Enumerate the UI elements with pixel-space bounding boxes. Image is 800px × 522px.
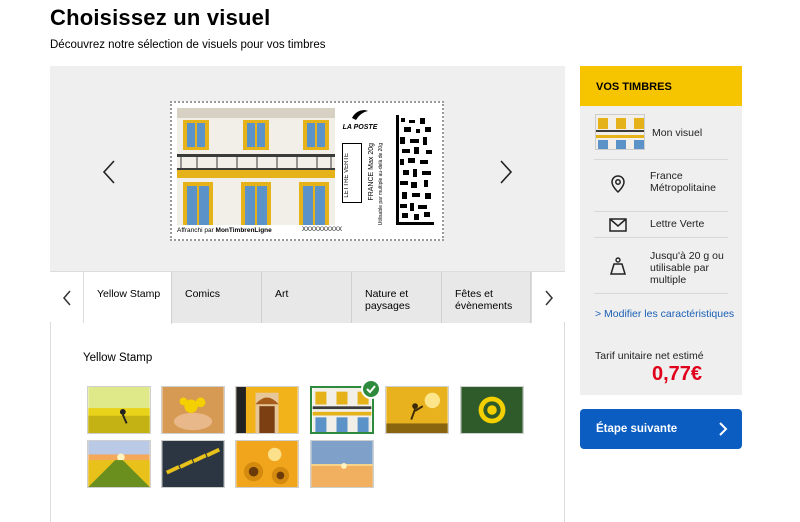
affranchi-prefix: Affranchi par [177,227,216,234]
location-pin-icon [608,174,628,194]
selected-visual-thumbnail [595,114,645,150]
chevron-right-icon [544,290,553,305]
envelope-icon [608,215,628,235]
la-poste-bird-icon [340,108,380,124]
summary-row-letter-type: Lettre Verte [594,212,728,238]
tab-art[interactable]: Art [262,272,352,323]
sidebar-header: VOS TIMBRES [580,66,742,106]
page-title: Choisissez un visuel [50,5,271,30]
affranchi-brand: MonTimbrenLigne [215,227,272,234]
summary-row-destination: France Métropolitaine [594,160,728,212]
order-summary-panel: VOS TIMBRES Mon visuel France Métropolit… [580,66,742,395]
next-step-button[interactable]: Étape suivante [580,409,742,449]
chevron-right-icon [719,422,728,436]
summary-weight: Jusqu'à 20 g ou utilisable par multiple [650,250,724,286]
thumbnail-sunflowers-sunset[interactable] [235,440,299,488]
thumbnail-yellow-target-on-grass[interactable] [460,386,524,434]
tabs-previous-arrow[interactable] [50,272,84,323]
modify-characteristics-link[interactable]: > Modifier les caractéristiques [595,308,734,320]
datamatrix-code-icon [396,115,434,225]
tarif-label: Tarif unitaire net estimé [595,350,704,362]
selected-check-icon [361,379,381,399]
tab-nature-et-paysages[interactable]: Nature et paysages [352,272,442,323]
thumbnail-tulip-field-cyclist[interactable] [87,386,151,434]
unit-price: 0,77€ [652,363,703,385]
stamp-visual-image [177,108,335,225]
tab-fetes-et-evenements[interactable]: Fêtes et évènements [442,272,531,323]
summary-destination: France Métropolitaine [650,170,716,194]
thumbnail-yellow-crosswalk[interactable] [161,440,225,488]
next-step-label: Étape suivante [596,423,678,435]
stamp-lettre-label: LETTRE VERTE [344,153,350,198]
next-visual-arrow[interactable] [495,158,515,186]
la-poste-logo-text: LA POSTE [342,124,378,131]
thumbnail-sunset-over-sea[interactable] [310,440,374,488]
stamp-affranchi-text: Affranchi par MonTimbrenLigne [177,227,272,234]
thumbnail-jumping-silhouette-sunset[interactable] [385,386,449,434]
summary-visual-label: Mon visuel [652,127,703,139]
stamp-serial: XXXXXXXXXX [302,227,343,233]
stamp-preview: Affranchi par MonTimbrenLigne XXXXXXXXXX… [50,66,565,271]
category-tabs: Yellow Stamp Comics Art Nature et paysag… [50,271,565,324]
stamp-mockup: Affranchi par MonTimbrenLigne XXXXXXXXXX… [170,101,444,241]
gallery-title: Yellow Stamp [83,352,153,364]
chevron-left-icon [62,290,71,305]
page-subtitle: Découvrez notre sélection de visuels pou… [50,39,326,51]
tab-yellow-stamp[interactable]: Yellow Stamp [84,272,172,324]
summary-letter-type: Lettre Verte [650,218,705,230]
stamp-max-note: Utilisable par multiple au-delà de 20g [378,143,384,226]
thumbnail-hands-yellow-flowers[interactable] [161,386,225,434]
tab-comics[interactable]: Comics [172,272,262,323]
weight-icon [608,256,628,276]
la-poste-logo: LA POSTE [340,108,380,131]
summary-row-visual: Mon visuel [594,106,728,160]
thumbnail-yellow-doors-window[interactable] [235,386,299,434]
previous-visual-arrow[interactable] [100,158,120,186]
tabs-next-arrow[interactable] [531,272,565,323]
summary-row-weight: Jusqu'à 20 g ou utilisable par multiple [594,238,728,294]
thumbnail-tulip-field-sunrise[interactable] [87,440,151,488]
stamp-max-weight: FRANCE Max 20g [368,143,375,201]
